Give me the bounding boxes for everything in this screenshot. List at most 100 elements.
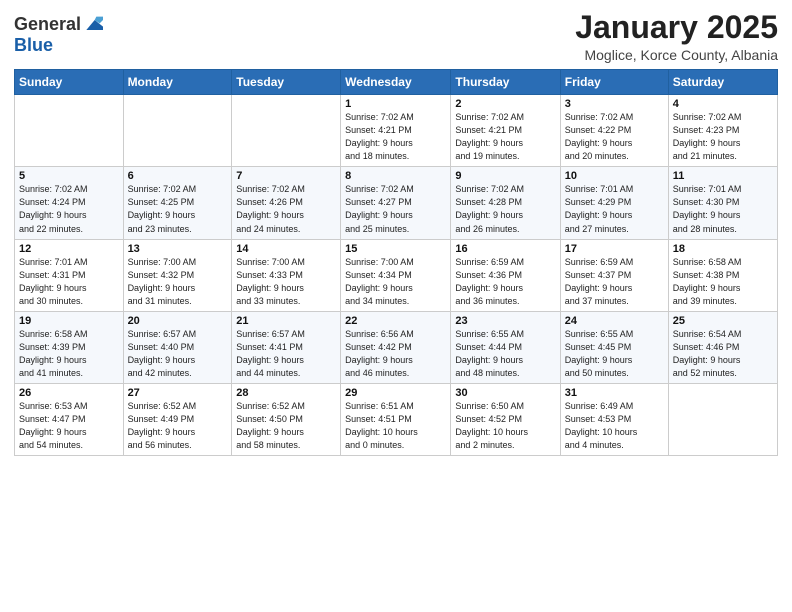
day-info: Sunrise: 6:50 AM Sunset: 4:52 PM Dayligh…	[455, 400, 555, 452]
day-info: Sunrise: 6:55 AM Sunset: 4:45 PM Dayligh…	[565, 328, 664, 380]
day-info: Sunrise: 7:00 AM Sunset: 4:33 PM Dayligh…	[236, 256, 336, 308]
header: General Blue January 2025 Moglice, Korce…	[14, 10, 778, 63]
calendar-cell: 1Sunrise: 7:02 AM Sunset: 4:21 PM Daylig…	[341, 95, 451, 167]
weekday-header-friday: Friday	[560, 70, 668, 95]
day-info: Sunrise: 7:02 AM Sunset: 4:21 PM Dayligh…	[345, 111, 446, 163]
day-info: Sunrise: 7:02 AM Sunset: 4:27 PM Dayligh…	[345, 183, 446, 235]
calendar-cell: 22Sunrise: 6:56 AM Sunset: 4:42 PM Dayli…	[341, 311, 451, 383]
calendar-table: SundayMondayTuesdayWednesdayThursdayFrid…	[14, 69, 778, 456]
calendar-cell: 21Sunrise: 6:57 AM Sunset: 4:41 PM Dayli…	[232, 311, 341, 383]
day-info: Sunrise: 6:55 AM Sunset: 4:44 PM Dayligh…	[455, 328, 555, 380]
calendar-cell: 26Sunrise: 6:53 AM Sunset: 4:47 PM Dayli…	[15, 383, 124, 455]
day-number: 8	[345, 170, 446, 182]
weekday-header-thursday: Thursday	[451, 70, 560, 95]
day-number: 11	[673, 170, 773, 182]
calendar-cell: 20Sunrise: 6:57 AM Sunset: 4:40 PM Dayli…	[123, 311, 232, 383]
calendar-cell: 2Sunrise: 7:02 AM Sunset: 4:21 PM Daylig…	[451, 95, 560, 167]
day-number: 3	[565, 98, 664, 110]
calendar-cell: 24Sunrise: 6:55 AM Sunset: 4:45 PM Dayli…	[560, 311, 668, 383]
day-number: 24	[565, 315, 664, 327]
day-info: Sunrise: 6:52 AM Sunset: 4:50 PM Dayligh…	[236, 400, 336, 452]
week-row-2: 5Sunrise: 7:02 AM Sunset: 4:24 PM Daylig…	[15, 167, 778, 239]
day-number: 30	[455, 387, 555, 399]
calendar-cell: 10Sunrise: 7:01 AM Sunset: 4:29 PM Dayli…	[560, 167, 668, 239]
day-number: 1	[345, 98, 446, 110]
day-number: 20	[128, 315, 228, 327]
day-info: Sunrise: 7:00 AM Sunset: 4:34 PM Dayligh…	[345, 256, 446, 308]
day-number: 7	[236, 170, 336, 182]
calendar-cell: 8Sunrise: 7:02 AM Sunset: 4:27 PM Daylig…	[341, 167, 451, 239]
month-title: January 2025	[575, 10, 778, 45]
calendar-cell	[123, 95, 232, 167]
calendar-cell: 7Sunrise: 7:02 AM Sunset: 4:26 PM Daylig…	[232, 167, 341, 239]
day-info: Sunrise: 7:02 AM Sunset: 4:22 PM Dayligh…	[565, 111, 664, 163]
calendar-cell: 27Sunrise: 6:52 AM Sunset: 4:49 PM Dayli…	[123, 383, 232, 455]
day-number: 15	[345, 243, 446, 255]
calendar-cell: 18Sunrise: 6:58 AM Sunset: 4:38 PM Dayli…	[668, 239, 777, 311]
calendar-cell: 6Sunrise: 7:02 AM Sunset: 4:25 PM Daylig…	[123, 167, 232, 239]
day-info: Sunrise: 6:57 AM Sunset: 4:40 PM Dayligh…	[128, 328, 228, 380]
location-title: Moglice, Korce County, Albania	[575, 47, 778, 63]
logo-blue-text: Blue	[14, 35, 53, 56]
weekday-header-saturday: Saturday	[668, 70, 777, 95]
day-number: 19	[19, 315, 119, 327]
day-number: 5	[19, 170, 119, 182]
calendar-cell: 5Sunrise: 7:02 AM Sunset: 4:24 PM Daylig…	[15, 167, 124, 239]
day-number: 29	[345, 387, 446, 399]
calendar-cell: 29Sunrise: 6:51 AM Sunset: 4:51 PM Dayli…	[341, 383, 451, 455]
day-number: 4	[673, 98, 773, 110]
day-number: 18	[673, 243, 773, 255]
weekday-header-sunday: Sunday	[15, 70, 124, 95]
week-row-1: 1Sunrise: 7:02 AM Sunset: 4:21 PM Daylig…	[15, 95, 778, 167]
day-number: 12	[19, 243, 119, 255]
day-number: 23	[455, 315, 555, 327]
calendar-cell	[232, 95, 341, 167]
day-number: 6	[128, 170, 228, 182]
day-info: Sunrise: 6:58 AM Sunset: 4:38 PM Dayligh…	[673, 256, 773, 308]
day-info: Sunrise: 6:53 AM Sunset: 4:47 PM Dayligh…	[19, 400, 119, 452]
calendar-cell: 13Sunrise: 7:00 AM Sunset: 4:32 PM Dayli…	[123, 239, 232, 311]
day-info: Sunrise: 7:01 AM Sunset: 4:30 PM Dayligh…	[673, 183, 773, 235]
day-info: Sunrise: 7:00 AM Sunset: 4:32 PM Dayligh…	[128, 256, 228, 308]
day-info: Sunrise: 6:59 AM Sunset: 4:36 PM Dayligh…	[455, 256, 555, 308]
weekday-header-tuesday: Tuesday	[232, 70, 341, 95]
calendar-cell: 4Sunrise: 7:02 AM Sunset: 4:23 PM Daylig…	[668, 95, 777, 167]
day-number: 25	[673, 315, 773, 327]
calendar-cell: 25Sunrise: 6:54 AM Sunset: 4:46 PM Dayli…	[668, 311, 777, 383]
calendar-cell: 12Sunrise: 7:01 AM Sunset: 4:31 PM Dayli…	[15, 239, 124, 311]
week-row-3: 12Sunrise: 7:01 AM Sunset: 4:31 PM Dayli…	[15, 239, 778, 311]
day-info: Sunrise: 7:02 AM Sunset: 4:23 PM Dayligh…	[673, 111, 773, 163]
day-info: Sunrise: 7:01 AM Sunset: 4:29 PM Dayligh…	[565, 183, 664, 235]
day-info: Sunrise: 7:02 AM Sunset: 4:28 PM Dayligh…	[455, 183, 555, 235]
day-number: 28	[236, 387, 336, 399]
calendar-cell: 14Sunrise: 7:00 AM Sunset: 4:33 PM Dayli…	[232, 239, 341, 311]
day-number: 16	[455, 243, 555, 255]
day-info: Sunrise: 6:51 AM Sunset: 4:51 PM Dayligh…	[345, 400, 446, 452]
day-info: Sunrise: 7:01 AM Sunset: 4:31 PM Dayligh…	[19, 256, 119, 308]
day-number: 27	[128, 387, 228, 399]
calendar-cell: 31Sunrise: 6:49 AM Sunset: 4:53 PM Dayli…	[560, 383, 668, 455]
logo-icon	[83, 15, 103, 35]
day-number: 26	[19, 387, 119, 399]
day-number: 21	[236, 315, 336, 327]
title-block: January 2025 Moglice, Korce County, Alba…	[575, 10, 778, 63]
day-number: 2	[455, 98, 555, 110]
logo-general-text: General	[14, 14, 81, 35]
day-info: Sunrise: 6:59 AM Sunset: 4:37 PM Dayligh…	[565, 256, 664, 308]
day-info: Sunrise: 6:58 AM Sunset: 4:39 PM Dayligh…	[19, 328, 119, 380]
day-info: Sunrise: 6:52 AM Sunset: 4:49 PM Dayligh…	[128, 400, 228, 452]
day-number: 9	[455, 170, 555, 182]
weekday-header-wednesday: Wednesday	[341, 70, 451, 95]
calendar-cell: 9Sunrise: 7:02 AM Sunset: 4:28 PM Daylig…	[451, 167, 560, 239]
calendar-cell: 19Sunrise: 6:58 AM Sunset: 4:39 PM Dayli…	[15, 311, 124, 383]
day-number: 14	[236, 243, 336, 255]
calendar-cell: 28Sunrise: 6:52 AM Sunset: 4:50 PM Dayli…	[232, 383, 341, 455]
day-info: Sunrise: 7:02 AM Sunset: 4:25 PM Dayligh…	[128, 183, 228, 235]
calendar-cell: 3Sunrise: 7:02 AM Sunset: 4:22 PM Daylig…	[560, 95, 668, 167]
day-info: Sunrise: 7:02 AM Sunset: 4:26 PM Dayligh…	[236, 183, 336, 235]
week-row-4: 19Sunrise: 6:58 AM Sunset: 4:39 PM Dayli…	[15, 311, 778, 383]
calendar-cell: 16Sunrise: 6:59 AM Sunset: 4:36 PM Dayli…	[451, 239, 560, 311]
day-number: 22	[345, 315, 446, 327]
calendar-cell: 23Sunrise: 6:55 AM Sunset: 4:44 PM Dayli…	[451, 311, 560, 383]
calendar-cell: 17Sunrise: 6:59 AM Sunset: 4:37 PM Dayli…	[560, 239, 668, 311]
